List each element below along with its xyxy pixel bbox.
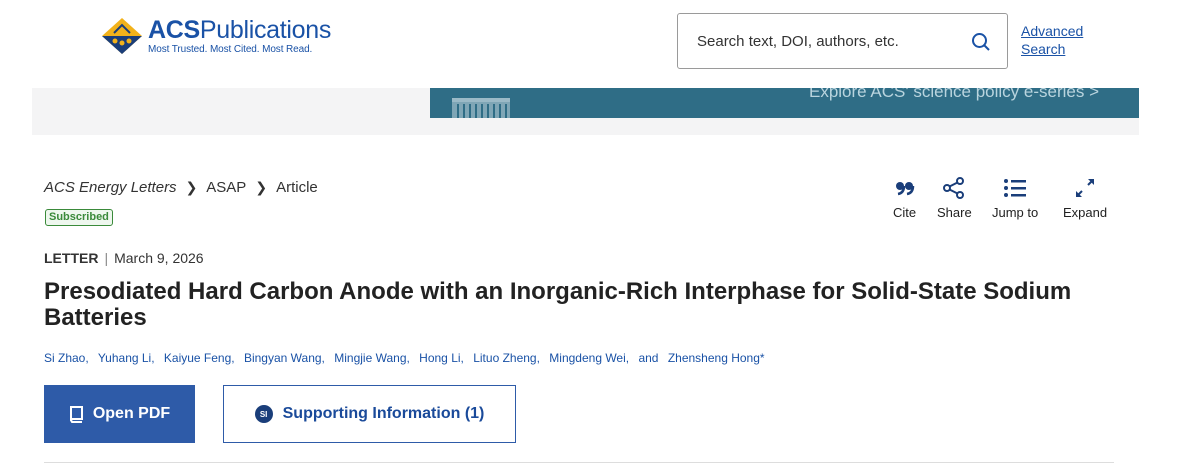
expand-icon	[1076, 179, 1095, 197]
author-link[interactable]: Bingyan Wang,	[244, 351, 325, 365]
article-meta: LETTER | March 9, 2026	[44, 250, 204, 266]
supporting-information-button[interactable]: SI Supporting Information (1)	[223, 385, 516, 443]
author-list: Si Zhao, Yuhang Li, Kaiyue Feng, Bingyan…	[44, 351, 771, 365]
article-date: March 9, 2026	[114, 250, 204, 266]
share-icon	[943, 177, 965, 199]
author-link[interactable]: Kaiyue Feng,	[164, 351, 235, 365]
open-pdf-button[interactable]: Open PDF	[44, 385, 195, 443]
acs-logo[interactable]: ACSPublications Most Trusted. Most Cited…	[100, 16, 331, 56]
cite-label: Cite	[893, 205, 917, 220]
breadcrumb-section[interactable]: ASAP	[206, 179, 246, 196]
open-pdf-label: Open PDF	[92, 405, 171, 422]
share-label: Share	[937, 205, 972, 220]
search-box	[677, 13, 1008, 69]
advanced-search-link[interactable]: Advanced Search	[1021, 22, 1101, 58]
author-conjunction: and	[638, 351, 659, 365]
author-link[interactable]: Lituo Zheng,	[473, 351, 540, 365]
search-input[interactable]	[697, 32, 957, 50]
author-link[interactable]: Hong Li,	[419, 351, 464, 365]
book-icon	[69, 405, 83, 423]
article-title: Presodiated Hard Carbon Anode with an In…	[44, 278, 1072, 331]
banner-text: Explore ACS' science policy e-series >	[808, 88, 1099, 101]
promo-banner[interactable]: Explore ACS' science policy e-series >	[430, 88, 1139, 118]
chevron-right-icon: ❯	[185, 179, 198, 195]
cite-button[interactable]: Cite	[893, 177, 916, 220]
supporting-information-label: Supporting Information (1)	[282, 405, 485, 422]
author-link[interactable]: Zhensheng Hong*	[668, 351, 765, 365]
expand-label: Expand	[1063, 205, 1108, 220]
breadcrumb-page: Article	[276, 179, 318, 196]
banner-area: Explore ACS' science policy e-series >	[32, 88, 1139, 135]
article-type: LETTER	[44, 250, 99, 266]
author-link[interactable]: Mingdeng Wei,	[549, 351, 629, 365]
logo-title: ACSPublications	[148, 15, 332, 44]
expand-button[interactable]: Expand	[1063, 177, 1107, 220]
breadcrumb-journal[interactable]: ACS Energy Letters	[44, 179, 177, 196]
subscribed-badge: Subscribed	[45, 209, 113, 226]
chevron-right-icon: ❯	[255, 179, 268, 195]
jump-to-label: Jump to	[992, 205, 1039, 220]
jump-to-button[interactable]: Jump to	[992, 177, 1038, 220]
acs-diamond-logo-icon	[102, 18, 142, 54]
share-button[interactable]: Share	[937, 177, 972, 220]
search-icon[interactable]	[971, 32, 991, 52]
author-link[interactable]: Si Zhao,	[44, 351, 89, 365]
list-icon	[1004, 179, 1027, 197]
meta-separator: |	[104, 250, 109, 266]
author-link[interactable]: Yuhang Li,	[98, 351, 155, 365]
logo-tagline: Most Trusted. Most Cited. Most Read.	[148, 43, 313, 55]
si-icon: SI	[254, 405, 273, 423]
quote-icon	[895, 182, 914, 196]
divider	[44, 462, 1114, 463]
capitol-building-icon	[452, 98, 510, 118]
author-link[interactable]: Mingjie Wang,	[334, 351, 410, 365]
breadcrumb: ACS Energy Letters ❯ ASAP ❯ Article	[44, 179, 318, 196]
